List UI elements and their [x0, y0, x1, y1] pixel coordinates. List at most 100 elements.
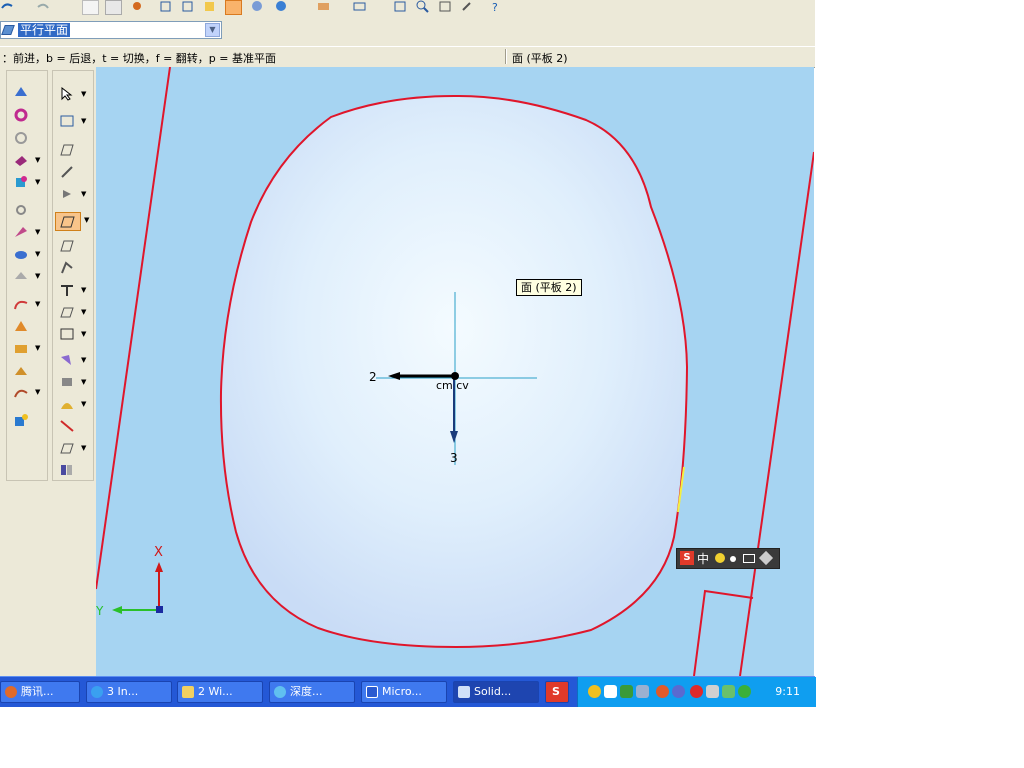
zoom-area-icon[interactable]: [438, 0, 453, 13]
tray-icon-2[interactable]: [604, 685, 617, 698]
qq-tray-icon[interactable]: [588, 685, 601, 698]
clock[interactable]: 9:11: [775, 685, 800, 698]
center-label: cm cv: [436, 379, 469, 392]
triad-x-label: X: [154, 545, 163, 560]
taskbar-item-solidworks[interactable]: Solid...: [453, 681, 539, 703]
tray-icon-9[interactable]: [722, 685, 735, 698]
document-icon[interactable]: [105, 0, 122, 15]
feature-toolbar: ▼ ▼ ▼ ▼ ▼ ▼ ▼ ▼: [6, 70, 48, 481]
ruled-surface-icon[interactable]: ▼: [59, 441, 86, 455]
sketch-icon[interactable]: ▼: [13, 385, 40, 399]
selected-face[interactable]: [219, 94, 689, 649]
zoom-icon[interactable]: [415, 0, 430, 13]
model-canvas[interactable]: 2 3 cm cv X Y: [96, 67, 814, 676]
help-icon[interactable]: ?: [490, 0, 505, 14]
plane-select[interactable]: 平行平面 ▼: [0, 21, 222, 39]
shaded-icon[interactable]: [202, 0, 217, 13]
word-icon: [366, 686, 378, 698]
taskbar-item-sogou[interactable]: S: [545, 681, 569, 703]
sogou-logo-icon[interactable]: S: [680, 551, 694, 565]
select-cursor-icon[interactable]: ▼: [59, 86, 86, 101]
main-toolbar: ?: [0, 0, 815, 19]
cube-icon[interactable]: [158, 0, 173, 13]
tray-icon-8[interactable]: [706, 685, 719, 698]
taskbar-item-qq[interactable]: 腾讯...: [0, 681, 80, 703]
punctuation-icon[interactable]: [730, 556, 736, 562]
taskbar-item-browser[interactable]: 深度...: [269, 681, 355, 703]
plane-icon: [1, 25, 15, 35]
rotate-icon[interactable]: [460, 0, 475, 13]
moon-icon[interactable]: [715, 553, 725, 563]
extrude-surface-icon[interactable]: [59, 239, 75, 253]
planar-surface-icon[interactable]: ▼: [59, 327, 86, 341]
revolve-surface-icon[interactable]: [59, 261, 75, 275]
sogou-icon: S: [552, 685, 560, 698]
boundary-icon[interactable]: ▼: [13, 175, 40, 189]
knit-icon[interactable]: ▼: [59, 305, 86, 319]
taskbar: 腾讯... 3 In... 2 Wi... 深度... Micro... Sol…: [0, 676, 816, 707]
globe-icon: [274, 686, 286, 698]
graphics-viewport[interactable]: 2 3 cm cv X Y 面 (平板 2) S 中: [96, 67, 814, 676]
taskbar-item-word[interactable]: Micro...: [361, 681, 447, 703]
ime-mode-label[interactable]: 中: [697, 550, 709, 567]
chevron-down-icon[interactable]: ▼: [205, 23, 220, 37]
gear-icon[interactable]: [130, 0, 145, 13]
undo-icon[interactable]: [0, 0, 15, 13]
view-orient-icon[interactable]: [250, 0, 265, 13]
hole-icon[interactable]: [13, 203, 29, 217]
tray-icon-3[interactable]: [620, 685, 633, 698]
triad-y-arrowhead: [112, 606, 122, 614]
solidworks-icon: [458, 686, 470, 698]
smart-dimension-icon[interactable]: ▼: [59, 114, 86, 128]
taskbar-item-folder[interactable]: 2 Wi...: [177, 681, 263, 703]
trim-icon[interactable]: ▼: [59, 283, 86, 297]
offset-surface-icon[interactable]: ▼: [55, 212, 89, 231]
network-icon[interactable]: [636, 685, 649, 698]
taskbar-item-ie[interactable]: 3 In...: [86, 681, 172, 703]
globe-icon[interactable]: [274, 0, 289, 13]
tray-icon-5[interactable]: [656, 685, 669, 698]
instant3d-icon[interactable]: [13, 413, 29, 427]
delete-face-icon[interactable]: [59, 463, 75, 477]
taskbar-item-label: 3 In...: [107, 685, 139, 698]
ime-toolbar[interactable]: S 中: [676, 548, 780, 569]
tray-icon-6[interactable]: [672, 685, 685, 698]
taskbar-item-label: 深度...: [290, 685, 323, 698]
loft-icon[interactable]: ▼: [13, 153, 40, 167]
move-icon[interactable]: [352, 0, 367, 13]
thicken-icon[interactable]: ▼: [59, 375, 86, 389]
page-icon[interactable]: [82, 0, 99, 15]
cut-surface-icon[interactable]: ▼: [59, 397, 86, 411]
section-icon[interactable]: [316, 0, 331, 13]
plane-select-value: 平行平面: [18, 23, 71, 37]
keyboard-icon[interactable]: [743, 554, 755, 563]
curve-icon[interactable]: ▼: [13, 297, 40, 311]
wrap-icon[interactable]: [13, 363, 29, 377]
sweep-icon[interactable]: [13, 131, 29, 145]
fill-surface-icon[interactable]: ▼: [59, 353, 86, 367]
security-icon[interactable]: [690, 685, 703, 698]
view-active-icon[interactable]: [225, 0, 242, 15]
revolve-icon[interactable]: [13, 108, 29, 122]
face-tooltip: 面 (平板 2): [516, 279, 582, 296]
fillet-icon[interactable]: ▼: [13, 225, 40, 239]
cube-wire-icon[interactable]: [180, 0, 195, 13]
hint-bar: ：前进，b = 后退，t = 切换，f = 翻转，p = 基准平面 面 (平板 …: [0, 46, 815, 68]
axis-tool-icon[interactable]: [59, 165, 75, 179]
extrude-icon[interactable]: [13, 85, 29, 99]
split-line-icon[interactable]: [59, 419, 75, 433]
wrench-icon[interactable]: [758, 550, 774, 566]
plane-tool-icon[interactable]: [59, 143, 75, 157]
shell-icon[interactable]: [13, 319, 29, 333]
sketch-toolbar: ▼ ▼ ▼ ▼ ▼ ▼ ▼ ▼ ▼ ▼ ▼: [52, 70, 94, 481]
zoom-fit-icon[interactable]: [393, 0, 408, 13]
shield-icon[interactable]: [738, 685, 751, 698]
redo-icon[interactable]: [36, 0, 51, 13]
draft-icon[interactable]: ▼: [13, 269, 40, 283]
chamfer-icon[interactable]: ▼: [13, 247, 40, 261]
left-body-edge: [96, 67, 171, 590]
rib-icon[interactable]: ▼: [13, 341, 40, 355]
shortcut-hint: ：前进，b = 后退，t = 切换，f = 翻转，p = 基准平面: [2, 52, 276, 65]
status-divider: [505, 49, 507, 64]
point-tool-icon[interactable]: ▼: [59, 187, 86, 201]
